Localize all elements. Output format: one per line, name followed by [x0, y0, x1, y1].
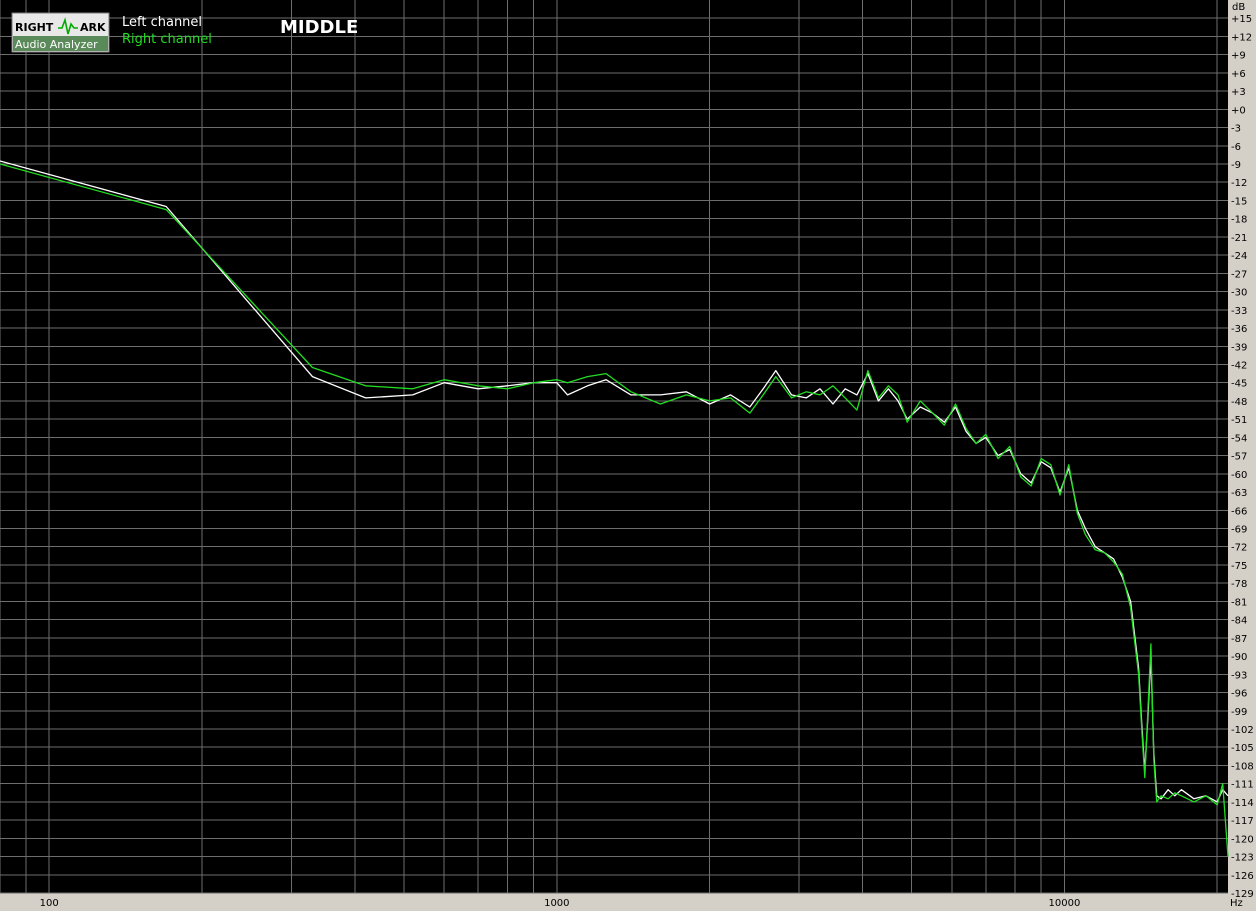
- y-tick-label: -9: [1231, 160, 1241, 171]
- x-tick-label: 10000: [1049, 898, 1081, 909]
- plot-area: [0, 0, 1228, 893]
- y-tick-label: -84: [1231, 616, 1247, 627]
- y-tick-label: -57: [1231, 452, 1247, 463]
- y-tick-label: -81: [1231, 597, 1247, 608]
- y-tick-label: -105: [1231, 743, 1254, 754]
- y-tick-label: -36: [1231, 324, 1247, 335]
- y-tick-label: +6: [1231, 69, 1246, 80]
- logo-word-right: RIGHT: [15, 21, 54, 34]
- y-tick-label: -102: [1231, 725, 1254, 736]
- y-tick-label: -39: [1231, 342, 1247, 353]
- y-tick-label: -78: [1231, 579, 1247, 590]
- legend-right-channel: Right channel: [122, 32, 212, 47]
- y-tick-label: -54: [1231, 433, 1247, 444]
- y-tick-label: -24: [1231, 251, 1247, 262]
- y-tick-label: +9: [1231, 51, 1246, 62]
- y-tick-label: -126: [1231, 871, 1254, 882]
- y-tick-label: -120: [1231, 834, 1254, 845]
- y-tick-label: -42: [1231, 360, 1247, 371]
- y-tick-label: -108: [1231, 761, 1254, 772]
- y-tick-label: -123: [1231, 853, 1254, 864]
- y-tick-label: -114: [1231, 798, 1254, 809]
- frequency-response-chart: +15 +12 +9 +6 +3 +0 -3 -6 -9 -12 -15 -18 -21 -24 -27 -3…: [0, 0, 1254, 909]
- y-tick-label: -51: [1231, 415, 1247, 426]
- y-tick-label: -63: [1231, 488, 1247, 499]
- x-axis-tick-labels: 100 1000 10000: [40, 898, 1081, 909]
- y-tick-label: -60: [1231, 470, 1247, 481]
- y-tick-label: -96: [1231, 689, 1247, 700]
- y-tick-label: -15: [1231, 196, 1247, 207]
- y-tick-label: -72: [1231, 543, 1247, 554]
- y-tick-label: -117: [1231, 816, 1254, 827]
- y-tick-label: -87: [1231, 634, 1247, 645]
- logo-word-ark: ARK: [80, 21, 106, 34]
- y-tick-label: +15: [1231, 14, 1252, 25]
- y-tick-label: -18: [1231, 215, 1247, 226]
- legend-left-channel: Left channel: [122, 15, 202, 30]
- y-tick-label: -48: [1231, 397, 1247, 408]
- y-tick-label: -6: [1231, 142, 1241, 153]
- y-tick-label: -90: [1231, 652, 1247, 663]
- y-tick-label: -21: [1231, 233, 1247, 244]
- y-tick-label: -12: [1231, 178, 1247, 189]
- y-tick-label: -45: [1231, 379, 1247, 390]
- y-tick-label: -69: [1231, 525, 1247, 536]
- y-tick-label: -99: [1231, 707, 1247, 718]
- logo-subtitle: Audio Analyzer: [15, 38, 98, 51]
- y-tick-label: +0: [1231, 105, 1246, 116]
- y-tick-label: -30: [1231, 288, 1247, 299]
- x-tick-label: 1000: [544, 898, 569, 909]
- y-tick-label: -66: [1231, 506, 1247, 517]
- chart-title: MIDDLE: [280, 17, 358, 38]
- y-tick-label: +12: [1231, 32, 1252, 43]
- y-tick-label: -33: [1231, 306, 1247, 317]
- y-tick-label: +3: [1231, 87, 1246, 98]
- y-tick-label: -3: [1231, 124, 1241, 135]
- y-axis-label: dB: [1232, 2, 1245, 13]
- y-tick-label: -111: [1231, 780, 1254, 791]
- rightmark-logo: RIGHT ARK Audio Analyzer: [11, 12, 110, 53]
- y-tick-label: -27: [1231, 269, 1247, 280]
- x-tick-label: 100: [40, 898, 59, 909]
- y-axis-tick-labels: +15 +12 +9 +6 +3 +0 -3 -6 -9 -12 -15 -18 -21 -24 -27 -3…: [1231, 14, 1254, 900]
- y-tick-label: -93: [1231, 670, 1247, 681]
- y-tick-label: -75: [1231, 561, 1247, 572]
- x-axis-label: Hz: [1230, 898, 1243, 909]
